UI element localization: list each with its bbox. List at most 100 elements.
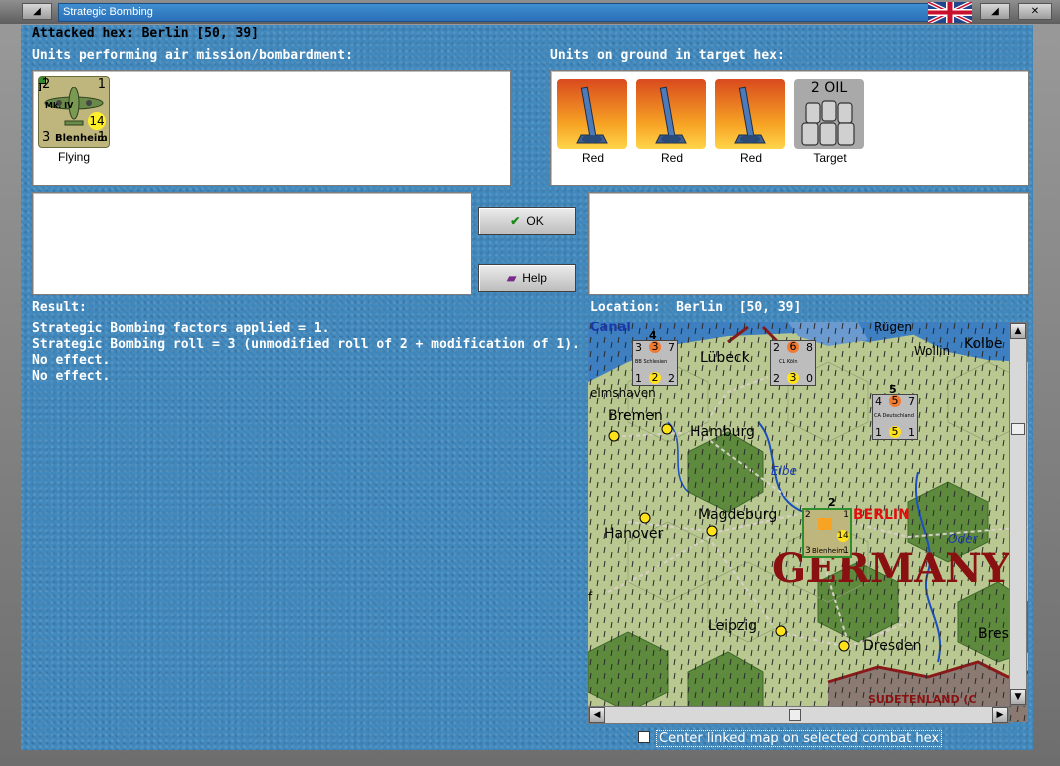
map-label-dresden: Dresden [863, 638, 922, 654]
map-label-kolbe: Kolbe [964, 336, 1003, 352]
attacked-hex-label: Attacked hex: Berlin [50, 39] [32, 26, 259, 41]
ground-units-label: Units on ground in target hex: [550, 48, 785, 63]
unit-counter [557, 79, 627, 149]
factor: 1 [875, 426, 882, 439]
air-units-panel: 2 1 Mk. IV 14 3 Blenheim 1 Flying [32, 70, 511, 186]
air-units-label: Units performing air mission/bombardment… [32, 48, 353, 63]
map-label-wollin: Wollin [914, 344, 951, 358]
alert-marker-icon [39, 83, 41, 91]
result-line: Strategic Bombing factors applied = 1. [32, 321, 330, 336]
ground-unit-aa-3[interactable]: Red [715, 79, 787, 165]
factor: 4 [875, 395, 882, 408]
factor: 2 [773, 372, 780, 385]
unit-caption: Target [813, 151, 847, 165]
scroll-up-icon[interactable]: ▲ [1010, 323, 1026, 339]
map-label-lubeck: Lübeck [700, 350, 750, 366]
uk-flag-icon [928, 2, 972, 23]
map-bomber-unit[interactable]: 2 2 1 14 3 Blenheim 1 [802, 496, 852, 558]
map-label-sudetenland: SUDETENLAND (C [868, 693, 977, 706]
result-line: No effect. [32, 353, 111, 368]
map-label-magdeburg: Magdeburg [698, 507, 778, 523]
unit-counter: 2 OIL [794, 79, 864, 149]
ground-unit-aa-2[interactable]: Red [636, 79, 708, 165]
explosion-icon [818, 518, 832, 530]
unit-counter: 2 1 Mk. IV 14 3 Blenheim 1 [38, 76, 110, 148]
center-map-label[interactable]: Center linked map on selected combat hex [656, 730, 943, 747]
map-label-elbe: Elbe [771, 464, 797, 478]
unit-caption: Red [581, 151, 604, 165]
map-label-canal: Canal [590, 322, 631, 335]
title-bar: ◢ Strategic Bombing ◢ ✕ [0, 0, 1060, 24]
ground-units-panel: Red Red Red 2 OIL Target [550, 70, 1029, 186]
stack-count: 2 [828, 496, 836, 509]
map-label-hamburg: Hamburg [690, 424, 755, 440]
scroll-thumb[interactable] [789, 709, 801, 721]
restore-button[interactable]: ◢ [980, 3, 1010, 20]
map-label-hanover: Hanover [604, 526, 664, 542]
linked-map[interactable]: GERMANY Canal Rügen Lübeck Wollin Kolbe … [588, 322, 1028, 722]
factor: 3 [649, 341, 661, 353]
ground-unit-aa-1[interactable]: Red [557, 79, 629, 165]
scroll-right-icon[interactable]: ▶ [992, 707, 1008, 723]
strategic-factor: 3 [42, 130, 51, 145]
unit-caption: Red [660, 151, 683, 165]
factor: 7 [668, 341, 675, 354]
map-label-leipzig: Leipzig [708, 618, 758, 634]
range-badge: 14 [88, 112, 106, 130]
factor: 2 [668, 372, 675, 385]
aa-gun-icon [734, 86, 766, 144]
factor: 3 [787, 372, 799, 384]
map-label-oder: Oder [948, 532, 978, 546]
factor: 1 [635, 372, 642, 385]
aa-gun-icon [576, 86, 608, 144]
attacker-info-panel [32, 192, 472, 295]
map-naval-unit[interactable]: 4 3 3 7 BB Schlesien 1 2 2 [632, 329, 678, 386]
scroll-left-icon[interactable]: ◀ [589, 707, 605, 723]
range-badge: 14 [837, 530, 849, 542]
factor: 3 [805, 546, 811, 556]
result-line: Strategic Bombing roll = 3 (unmodified r… [32, 337, 580, 352]
map-vertical-scrollbar[interactable]: ▲ ▼ [1009, 322, 1027, 706]
unit-type: Mk. IV [45, 101, 74, 110]
dialog-body: Attacked hex: Berlin [50, 39] Units perf… [21, 25, 1033, 750]
window-title: Strategic Bombing [63, 6, 153, 18]
minimize-button[interactable]: ◢ [22, 3, 52, 20]
air-unit-blenheim[interactable]: 2 1 Mk. IV 14 3 Blenheim 1 Flying [38, 76, 110, 164]
unit-caption: Red [739, 151, 762, 165]
close-button[interactable]: ✕ [1018, 3, 1052, 20]
defense-factor: 1 [97, 77, 106, 92]
oil-barrels-icon [801, 100, 855, 146]
factor: 0 [806, 372, 813, 385]
map-naval-unit[interactable]: 2 6 8 CL Köln 2 3 0 [770, 340, 816, 386]
unit-name: Blenheim [812, 547, 845, 555]
factor: 1 [843, 546, 849, 556]
movement-factor: 1 [97, 130, 106, 145]
factor: 3 [635, 341, 642, 354]
factor: 5 [889, 395, 901, 407]
defender-info-panel [588, 192, 1029, 295]
factor: 6 [787, 341, 799, 353]
help-book-icon: ▰ [507, 271, 517, 285]
location-label: Location: Berlin [50, 39] [590, 300, 802, 315]
factor: 7 [908, 395, 915, 408]
factor: 2 [773, 341, 780, 354]
map-naval-unit[interactable]: 5 4 5 7 CA Deutschland 1 5 1 [872, 383, 918, 440]
ok-button[interactable]: ✔ OK [478, 207, 576, 235]
factor: 1 [843, 510, 849, 520]
ship-name: BB Schlesien [635, 359, 668, 365]
map-label-bremen: Bremen [608, 408, 663, 424]
center-map-checkbox[interactable] [638, 731, 650, 743]
unit-caption: Flying [57, 150, 90, 164]
factor: 8 [806, 341, 813, 354]
scroll-down-icon[interactable]: ▼ [1010, 689, 1026, 705]
help-button[interactable]: ▰ Help [478, 264, 576, 292]
ship-name: CL Köln [779, 359, 798, 365]
factor: 2 [649, 372, 661, 384]
map-label-wilhelmshaven: elmshaven [590, 386, 656, 400]
map-label-berlin: BERLIN [853, 507, 910, 523]
scroll-thumb[interactable] [1011, 423, 1025, 435]
ground-unit-oil-target[interactable]: 2 OIL Target [794, 79, 866, 165]
map-horizontal-scrollbar[interactable]: ◀ ▶ [588, 706, 1009, 724]
factor: 1 [908, 426, 915, 439]
aa-gun-icon [655, 86, 687, 144]
